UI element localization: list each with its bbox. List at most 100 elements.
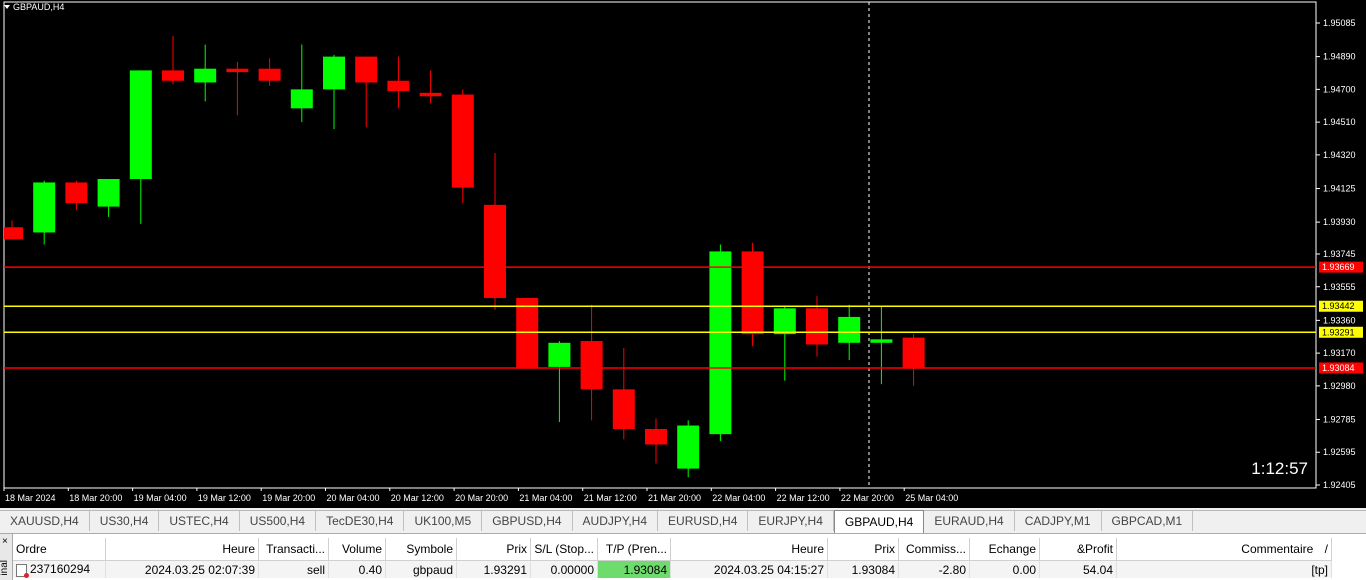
- chart-symbol-label: GBPAUD,H4: [13, 2, 65, 12]
- cell-close-price: 1.93084: [827, 560, 899, 578]
- price-axis-label: 1.95085: [1323, 18, 1356, 28]
- cell-open-time: 2024.03.25 02:07:39: [105, 560, 259, 578]
- bear-candle: [65, 182, 88, 204]
- cell-volume: 0.40: [328, 560, 386, 578]
- time-axis-label: 25 Mar 04:00: [905, 493, 958, 503]
- cell-tp: 1.93084: [597, 560, 671, 578]
- chart-title: GBPAUD,H4: [4, 2, 64, 12]
- col-close-price[interactable]: Prix: [827, 538, 899, 561]
- col-swap[interactable]: Echange: [969, 538, 1040, 561]
- price-axis-label: 1.94890: [1323, 52, 1356, 62]
- price-chart[interactable]: 1.95085 1.94890 1.94700 1.94510 1.94320 1.941…: [0, 0, 1366, 508]
- tab-xauusd-h4[interactable]: XAUUSD,H4: [0, 511, 90, 531]
- bear-candle: [580, 341, 603, 390]
- bear-candle: [355, 56, 378, 83]
- candle-timer: 1:12:57: [1251, 459, 1308, 478]
- time-axis-label: 18 Mar 2024: [5, 493, 56, 503]
- bull-candle: [838, 316, 861, 343]
- price-axis-label: 1.92405: [1323, 480, 1356, 490]
- cell-price: 1.93291: [456, 560, 531, 578]
- dropdown-triangle-icon[interactable]: [4, 5, 10, 9]
- bear-candle: [451, 94, 474, 188]
- tab-us500-h4[interactable]: US500,H4: [240, 511, 317, 531]
- terminal-panel: × inal Ordre Heure Transacti... Volume S…: [0, 533, 1366, 580]
- tab-us30-h4[interactable]: US30,H4: [90, 511, 160, 531]
- cell-swap: 0.00: [969, 560, 1040, 578]
- terminal-side-strip: × inal: [0, 534, 13, 580]
- time-axis-label: 20 Mar 04:00: [327, 493, 380, 503]
- tab-audjpy-h4[interactable]: AUDJPY,H4: [573, 511, 659, 531]
- col-volume[interactable]: Volume: [328, 538, 386, 561]
- bull-candle: [194, 68, 217, 83]
- bull-candle: [129, 70, 152, 180]
- bull-candle: [870, 339, 893, 343]
- cell-order-value: 237160294: [30, 562, 91, 577]
- price-axis-label: 1.94320: [1323, 150, 1356, 160]
- time-axis-label: 22 Mar 20:00: [841, 493, 894, 503]
- bear-candle: [258, 68, 281, 81]
- tab-gbpusd-h4[interactable]: GBPUSD,H4: [482, 511, 573, 531]
- tab-cadjpy-m1[interactable]: CADJPY,M1: [1015, 511, 1102, 531]
- col-time[interactable]: Heure: [105, 538, 259, 561]
- bear-candle: [162, 70, 184, 81]
- col-sl[interactable]: S/L (Stop...: [530, 538, 598, 561]
- time-axis-label: 22 Mar 12:00: [777, 493, 830, 503]
- bear-candle: [806, 308, 828, 345]
- tab-gbpcad-m1[interactable]: GBPCAD,M1: [1102, 511, 1194, 531]
- history-table: Ordre Heure Transacti... Volume Symbole …: [13, 538, 1332, 578]
- col-commission[interactable]: Commiss...: [898, 538, 970, 561]
- cell-close-time: 2024.03.25 04:15:27: [670, 560, 828, 578]
- tab-tecde30-h4[interactable]: TecDE30,H4: [316, 511, 405, 531]
- col-profit[interactable]: &Profit: [1039, 538, 1117, 561]
- price-axis-label: 1.93555: [1323, 282, 1356, 292]
- time-axis-label: 21 Mar 12:00: [584, 493, 637, 503]
- close-icon[interactable]: ×: [2, 536, 8, 547]
- bear-candle: [226, 68, 249, 73]
- col-comment-label: Commentaire: [1241, 542, 1314, 556]
- bull-candle: [33, 182, 56, 233]
- terminal-side-label: inal: [0, 560, 10, 576]
- price-axis-label: 1.93360: [1323, 315, 1356, 325]
- tab-eurjpy-h4[interactable]: EURJPY,H4: [748, 511, 834, 531]
- bear-candle: [484, 204, 506, 298]
- col-order[interactable]: Ordre: [13, 538, 106, 561]
- bull-candle: [548, 342, 571, 367]
- tab-eurusd-h4[interactable]: EURUSD,H4: [658, 511, 749, 531]
- price-axis-label: 1.93170: [1323, 348, 1356, 358]
- tab-uk100-m5[interactable]: UK100,M5: [404, 511, 483, 531]
- col-symbol[interactable]: Symbole: [385, 538, 457, 561]
- bull-candle: [290, 89, 313, 109]
- time-axis-label: 22 Mar 04:00: [712, 493, 765, 503]
- tab-euraud-h4[interactable]: EURAUD,H4: [924, 511, 1015, 531]
- table-header-row: Ordre Heure Transacti... Volume Symbole …: [13, 538, 1332, 561]
- col-comment[interactable]: Commentaire /: [1116, 538, 1332, 561]
- time-axis-label: 20 Mar 12:00: [391, 493, 444, 503]
- col-close-time[interactable]: Heure: [670, 538, 828, 561]
- table-row[interactable]: 237160294 2024.03.25 02:07:39 sell 0.40 …: [13, 560, 1332, 578]
- bear-candle: [387, 80, 410, 92]
- cell-profit: 54.04: [1039, 560, 1117, 578]
- bear-candle: [645, 428, 667, 445]
- chart-tabs: XAUUSD,H4 US30,H4 USTEC,H4 US500,H4 TecDE30,…: [0, 510, 1366, 533]
- price-level-label: 1.93442: [1322, 301, 1355, 311]
- sort-indicator: /: [1324, 542, 1328, 556]
- tab-gbpaud-h4[interactable]: GBPAUD,H4: [833, 510, 925, 533]
- cell-order: 237160294: [13, 560, 106, 578]
- col-price[interactable]: Prix: [456, 538, 531, 561]
- col-type[interactable]: Transacti...: [258, 538, 329, 561]
- price-axis-label: 1.94510: [1323, 117, 1356, 127]
- tab-ustec-h4[interactable]: USTEC,H4: [159, 511, 240, 531]
- time-axis-label: 21 Mar 20:00: [648, 493, 701, 503]
- price-axis-label: 1.94125: [1323, 183, 1356, 193]
- price-axis-label: 1.93930: [1323, 217, 1356, 227]
- col-tp[interactable]: T/P (Pren...: [597, 538, 671, 561]
- cell-commission: -2.80: [898, 560, 970, 578]
- price-level-label: 1.93291: [1322, 327, 1355, 337]
- time-axis-label: 19 Mar 04:00: [134, 493, 187, 503]
- time-axis-label: 21 Mar 04:00: [519, 493, 572, 503]
- price-axis-label: 1.94700: [1323, 84, 1356, 94]
- bear-candle: [4, 227, 23, 240]
- price-level-label: 1.93084: [1322, 363, 1355, 373]
- chart-canvas[interactable]: 1.95085 1.94890 1.94700 1.94510 1.94320 1.941…: [0, 0, 1366, 508]
- price-axis-label: 1.93745: [1323, 249, 1356, 259]
